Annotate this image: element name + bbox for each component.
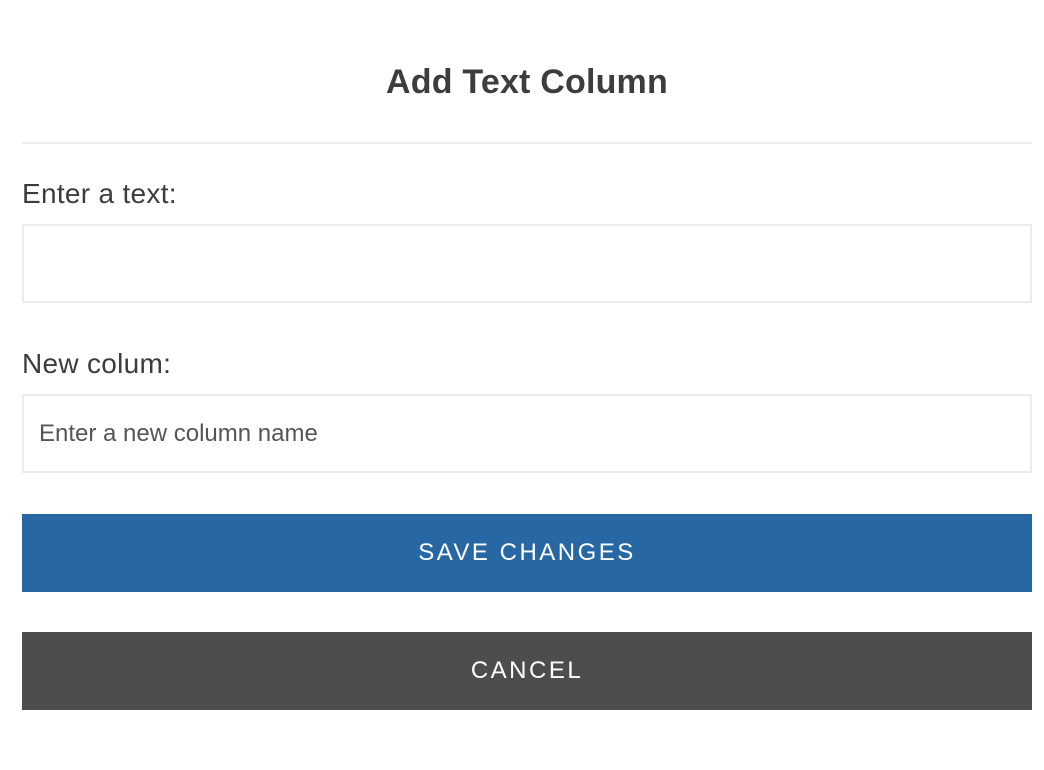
- title-divider: [22, 142, 1032, 144]
- dialog-title: Add Text Column: [386, 63, 668, 101]
- new-column-name-input[interactable]: [22, 394, 1032, 473]
- add-text-column-dialog: Add Text Column Enter a text: New colum:…: [0, 0, 1044, 770]
- cancel-button[interactable]: CANCEL: [22, 632, 1032, 710]
- enter-text-input[interactable]: [22, 224, 1032, 303]
- enter-text-label: Enter a text:: [22, 178, 177, 209]
- new-column-label: New colum:: [22, 348, 172, 379]
- save-changes-button[interactable]: SAVE CHANGES: [22, 514, 1032, 592]
